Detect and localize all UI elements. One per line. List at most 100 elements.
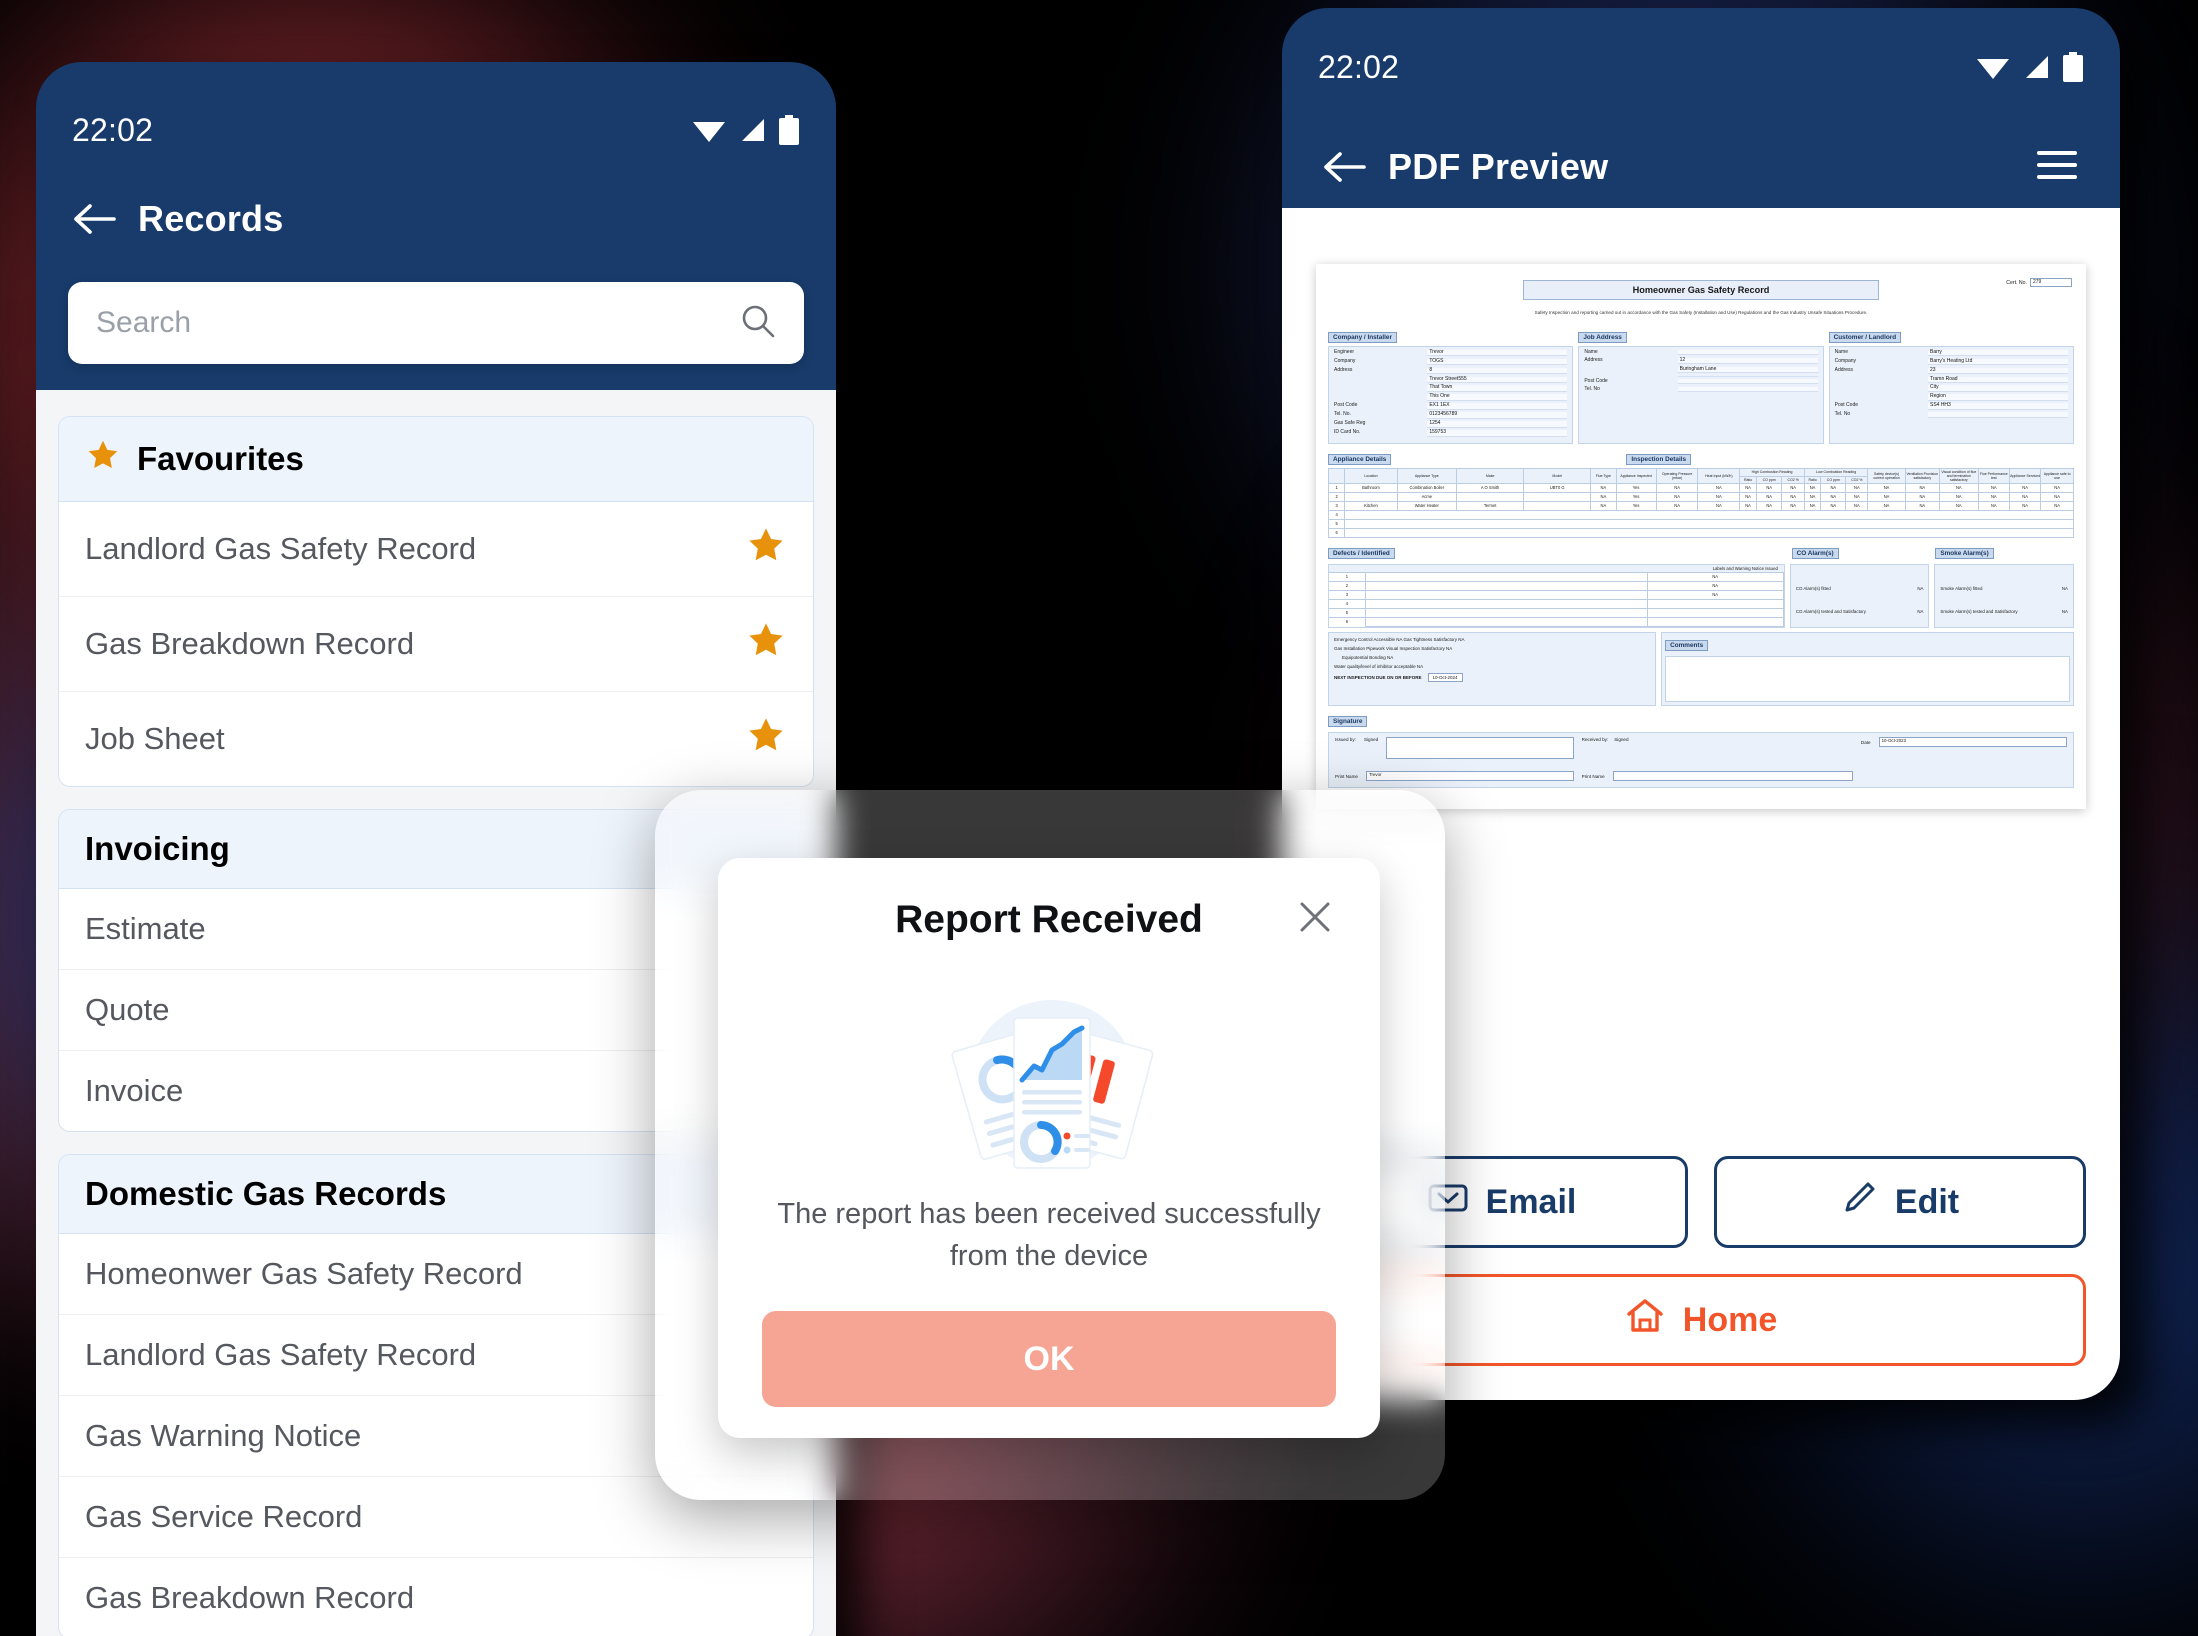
list-item[interactable]: Job Sheet	[59, 692, 813, 786]
signature-date-label: Date	[1860, 739, 1871, 745]
page-title: PDF Preview	[1388, 146, 1609, 187]
table-row: 6	[1329, 617, 1784, 628]
cell: NA	[1904, 501, 1940, 512]
section-appliance-details: Appliance Details	[1328, 454, 1392, 466]
search-icon[interactable]	[740, 303, 776, 344]
battery-icon	[779, 115, 799, 145]
cell: NA	[1977, 501, 2010, 512]
report-received-dialog: Report Received The report has been rece…	[718, 858, 1380, 1438]
battery-icon	[2063, 52, 2083, 82]
list-item-label: Gas Service Record	[85, 1499, 363, 1534]
cell: NA	[1867, 501, 1906, 512]
field-key	[1584, 367, 1677, 374]
cell: NA	[2040, 483, 2074, 494]
status-bar-icons	[1976, 52, 2084, 82]
star-icon[interactable]	[745, 714, 787, 764]
cell	[1344, 510, 2074, 521]
search-bar-container	[36, 264, 836, 390]
document-subtitle: Safety Inspection and reporting carried …	[1534, 310, 1868, 315]
cell: NA	[1697, 501, 1741, 512]
back-arrow-icon[interactable]	[72, 202, 116, 236]
field-key: Tel. No.	[1334, 411, 1351, 418]
issued-signature-box[interactable]	[1386, 737, 1574, 760]
th: CO ppm	[1820, 475, 1847, 485]
document-title: Homeowner Gas Safety Record	[1522, 280, 1880, 300]
field-value: 12	[1677, 357, 1818, 365]
star-icon[interactable]	[745, 524, 787, 574]
hamburger-menu-icon[interactable]	[2034, 148, 2080, 187]
list-item[interactable]: Gas Breakdown Record	[59, 1558, 813, 1636]
defects-table: 1 NA 2 NA 3 NA 4 5 6	[1329, 572, 1784, 628]
pdf-document-page[interactable]: Cert. No. 279 Homeowner Gas Safety Recor…	[1316, 264, 2086, 809]
edit-button[interactable]: Edit	[1714, 1156, 2086, 1248]
ok-button[interactable]: OK	[762, 1311, 1336, 1408]
th: Appliance Inspected	[1615, 468, 1657, 485]
field-key: Post Code	[1834, 402, 1859, 409]
list-item-label: Gas Breakdown Record	[85, 1580, 415, 1615]
th: Heat Input (kW/h)	[1697, 468, 1741, 485]
cell: Yes	[1615, 492, 1657, 503]
list-item-label: Job Sheet	[85, 721, 225, 756]
section-inspection-details: Inspection Details	[1626, 454, 1692, 466]
field-value: Barry's Heating Ltd	[1927, 358, 2068, 366]
cell: Yes	[1615, 501, 1657, 512]
cell	[1364, 617, 1648, 628]
th: CO2 %	[1845, 475, 1869, 485]
email-button-label: Email	[1485, 1182, 1577, 1221]
field-value: Region	[1927, 394, 2068, 402]
field-value: SS4 HH3	[1927, 403, 2068, 411]
cell: 6	[1327, 528, 1346, 539]
cell: Combination Boiler	[1396, 483, 1458, 494]
search-input[interactable]	[96, 306, 740, 340]
dialog-message: The report has been received successfull…	[777, 1198, 1321, 1273]
status-bar-icons	[692, 115, 800, 145]
field-key: Gas Safe Reg	[1334, 420, 1366, 427]
co-alarm-tested-value: NA	[1917, 608, 1924, 614]
table-row: 5	[1327, 519, 2074, 530]
cell: NA	[1938, 501, 1979, 512]
close-icon[interactable]	[1294, 896, 1336, 943]
cell: NA	[1755, 501, 1783, 512]
cell	[1646, 608, 1784, 619]
search-box[interactable]	[68, 282, 804, 364]
print-name-label: Print Name	[1581, 773, 1605, 779]
th: Location	[1344, 468, 1398, 485]
group-title: Domestic Gas Records	[85, 1175, 447, 1212]
cell: NA	[1938, 492, 1979, 503]
cell: 1	[1329, 572, 1366, 583]
table-row: 1 NA	[1329, 572, 1784, 583]
star-icon	[85, 437, 121, 481]
th	[1327, 468, 1346, 485]
star-icon[interactable]	[745, 619, 787, 669]
field-key: Name	[1834, 348, 1848, 355]
signature-date-value: 10-Oct-2023	[1878, 737, 2068, 748]
cell: NA	[1781, 483, 1805, 494]
cell	[1364, 581, 1648, 592]
table-row: 1 Bathroom Combination Boiler A O Smith …	[1327, 483, 2074, 494]
list-item[interactable]: Landlord Gas Safety Record	[59, 502, 813, 597]
signature-panel: Issued by: Signed Received by: Signed Da…	[1328, 732, 2074, 789]
cell	[1364, 572, 1648, 583]
section-comments: Comments	[1665, 640, 1709, 652]
field-value	[1677, 375, 1818, 377]
field-value: Trevor	[1427, 349, 1568, 357]
cell: 5	[1327, 519, 1346, 530]
th: Appliance safe to use	[2040, 468, 2074, 485]
cell: NA	[1820, 501, 1847, 512]
field-value: 1254	[1427, 420, 1568, 428]
field-key: Address	[1834, 366, 1853, 373]
field-value	[1677, 378, 1818, 385]
home-button-label: Home	[1682, 1300, 1778, 1339]
cell	[1364, 599, 1648, 610]
list-item[interactable]: Gas Breakdown Record	[59, 597, 813, 692]
checks-and-comments-row: Emergency Control Accessible NA Gas Tigh…	[1322, 632, 2080, 707]
status-bar-clock: 22:02	[72, 111, 154, 148]
dialog-title: Report Received	[895, 898, 1203, 941]
page-title: Records	[138, 198, 284, 239]
cell: NA	[2040, 501, 2074, 512]
field-value: Buringham Lane	[1677, 366, 1818, 374]
panel-company-installer: Engineer Trevor Company TOGS Address 8 Trev…	[1328, 345, 1574, 445]
cell: NA	[1646, 590, 1784, 601]
screenshot-canvas: 22:02 PDF Preview Cert. No. 279 Homeowne…	[0, 0, 2198, 1636]
back-arrow-icon[interactable]	[1322, 150, 1366, 184]
